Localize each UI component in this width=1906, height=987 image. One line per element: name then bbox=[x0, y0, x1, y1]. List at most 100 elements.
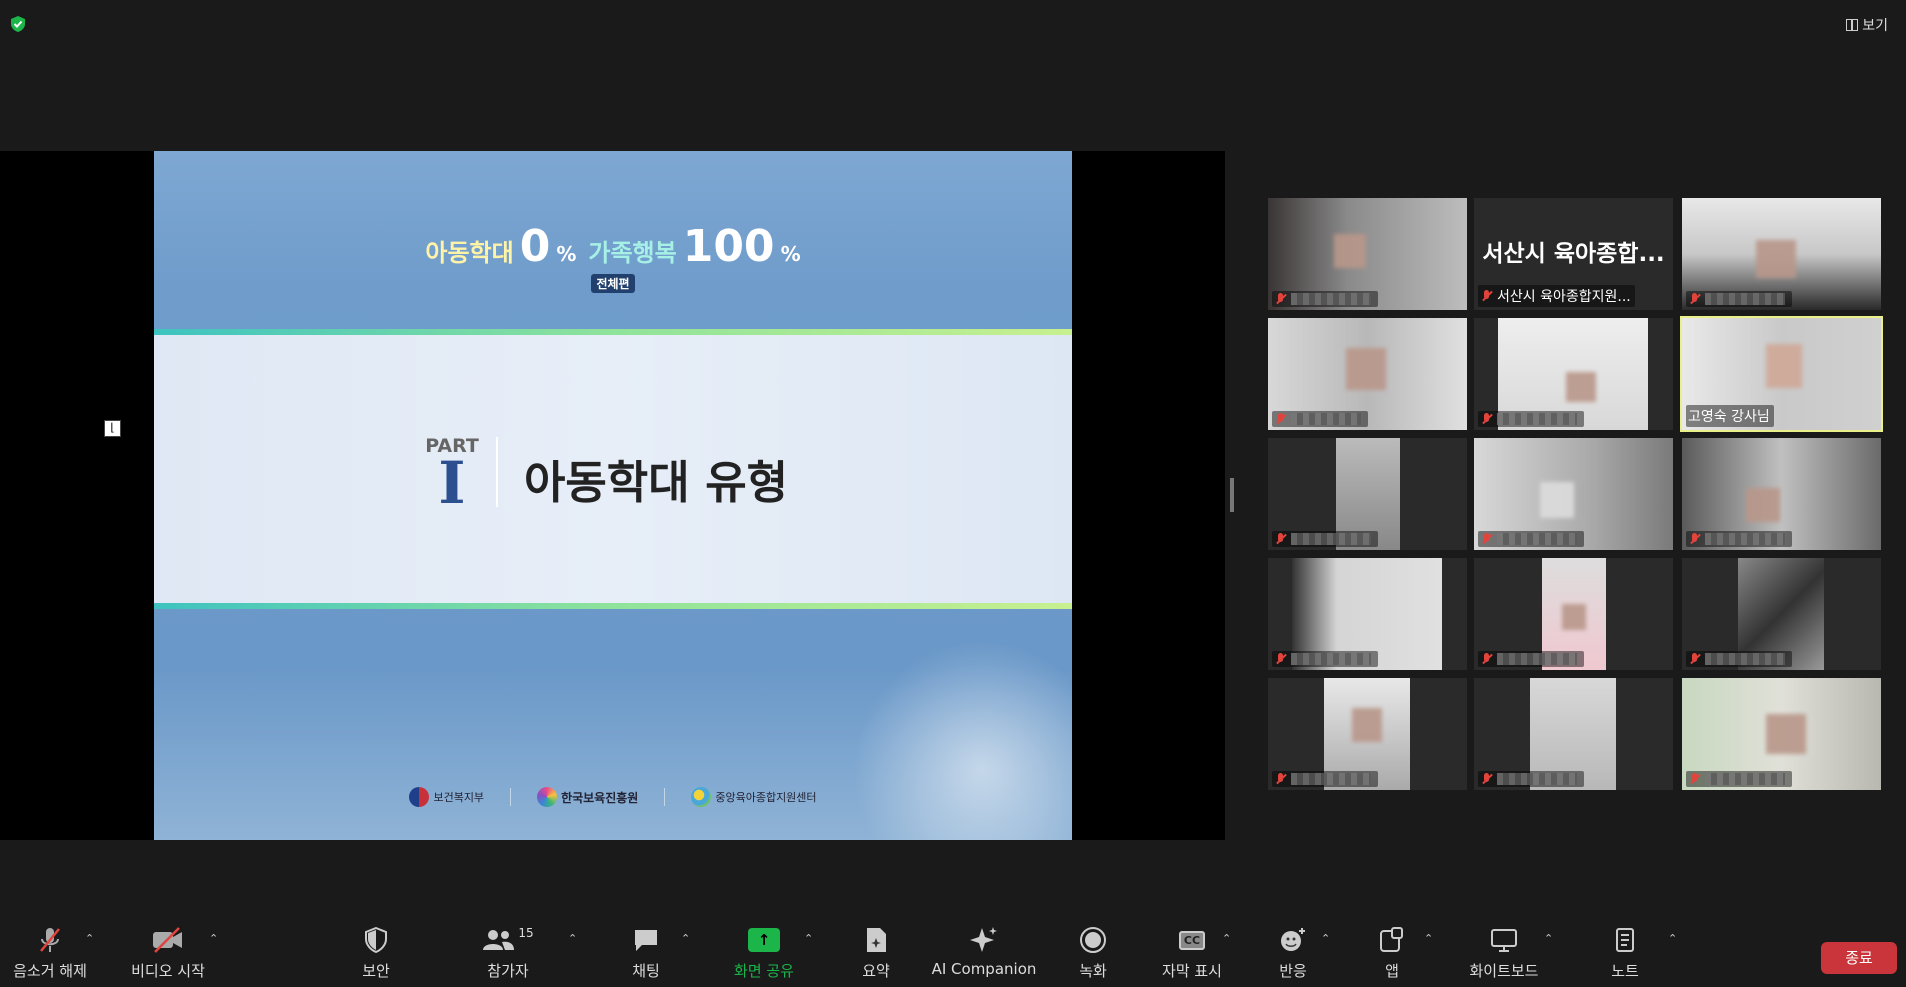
participant-tile[interactable] bbox=[1268, 438, 1467, 550]
reactions-options-caret-icon[interactable]: ⌃ bbox=[1321, 933, 1331, 944]
slogan-percent-2: % bbox=[780, 242, 801, 266]
participant-name-tag bbox=[1686, 531, 1792, 547]
unmute-button[interactable]: 음소거 해제 bbox=[8, 920, 92, 981]
share-screen-button[interactable]: ↑ 화면 공유 bbox=[726, 920, 802, 981]
participant-tile[interactable] bbox=[1474, 678, 1673, 790]
pixelated-name bbox=[1497, 773, 1577, 785]
muted-mic-icon bbox=[1480, 532, 1494, 546]
view-button[interactable]: 보기 bbox=[1842, 14, 1892, 36]
summary-button[interactable]: 요약 bbox=[852, 920, 900, 981]
muted-mic-icon bbox=[1688, 292, 1702, 306]
slide-title: 아동학대 유형 bbox=[524, 456, 789, 509]
ai-sparkle-icon bbox=[970, 927, 997, 952]
participant-tile[interactable] bbox=[1268, 678, 1467, 790]
captions-button[interactable]: CC 자막 표시 bbox=[1156, 920, 1228, 981]
slogan-child-abuse: 아동학대 bbox=[425, 239, 514, 267]
muted-mic-icon bbox=[1274, 412, 1288, 426]
chat-bubble-icon bbox=[635, 930, 657, 951]
participant-tile[interactable] bbox=[1682, 438, 1881, 550]
summary-doc-icon bbox=[867, 928, 886, 952]
record-label: 녹화 bbox=[1079, 962, 1107, 980]
speaker-face bbox=[1766, 344, 1802, 388]
participant-tile[interactable]: 서산시 육아종합... 서산시 육아종합지원... bbox=[1474, 198, 1673, 310]
participant-name-tag bbox=[1272, 411, 1368, 427]
audio-options-caret-icon[interactable]: ⌃ bbox=[85, 933, 95, 944]
reaction-emoji-icon bbox=[1281, 928, 1305, 951]
mohw-emblem-icon bbox=[409, 787, 430, 807]
part-number: I bbox=[438, 449, 466, 517]
participant-tile[interactable] bbox=[1474, 318, 1673, 430]
captions-options-caret-icon[interactable]: ⌃ bbox=[1222, 933, 1232, 944]
apps-button[interactable]: 앱 bbox=[1370, 920, 1414, 981]
logo-separator bbox=[664, 788, 666, 806]
participant-name-tag bbox=[1478, 651, 1584, 667]
whiteboard-button[interactable]: 화이트보드 bbox=[1462, 920, 1546, 981]
pixelated-name bbox=[1291, 653, 1371, 665]
participant-name-tag bbox=[1686, 771, 1792, 787]
security-shield-icon[interactable] bbox=[9, 15, 27, 33]
chat-button[interactable]: 채팅 bbox=[622, 920, 670, 981]
participant-name-tag bbox=[1478, 531, 1584, 547]
chat-label: 채팅 bbox=[632, 962, 660, 980]
pixelated-name bbox=[1705, 773, 1785, 785]
captions-label: 자막 표시 bbox=[1162, 962, 1222, 980]
notes-button[interactable]: 노트 bbox=[1602, 920, 1648, 981]
blurred-face bbox=[1352, 708, 1382, 742]
pixelated-name bbox=[1291, 413, 1361, 425]
logo-separator bbox=[510, 788, 512, 806]
chat-options-caret-icon[interactable]: ⌃ bbox=[681, 933, 691, 944]
video-options-caret-icon[interactable]: ⌃ bbox=[209, 933, 219, 944]
participants-options-caret-icon[interactable]: ⌃ bbox=[568, 933, 578, 944]
reactions-button[interactable]: 반응 bbox=[1270, 920, 1316, 981]
whiteboard-options-caret-icon[interactable]: ⌃ bbox=[1544, 933, 1554, 944]
security-button[interactable]: 보안 bbox=[350, 920, 402, 981]
muted-mic-icon bbox=[1480, 772, 1494, 786]
participant-tile[interactable] bbox=[1474, 438, 1673, 550]
blurred-face bbox=[1562, 604, 1586, 630]
apps-options-caret-icon[interactable]: ⌃ bbox=[1424, 933, 1434, 944]
participant-tile-active-speaker[interactable]: 고영숙 강사님 bbox=[1680, 316, 1883, 432]
slide-header: 아동학대 0 % 가족행복 100 % 전체편 bbox=[154, 221, 1072, 293]
start-video-label: 비디오 시작 bbox=[131, 962, 205, 980]
notes-options-caret-icon[interactable]: ⌃ bbox=[1668, 933, 1678, 944]
participant-name-tag: 서산시 육아종합지원... bbox=[1478, 285, 1635, 307]
participant-tile[interactable] bbox=[1682, 678, 1881, 790]
title-divider bbox=[496, 437, 498, 507]
participant-name-tag bbox=[1272, 651, 1378, 667]
notes-icon bbox=[1616, 928, 1634, 952]
pixelated-name bbox=[1291, 533, 1371, 545]
remote-control-icon[interactable]: ⌊ bbox=[104, 420, 121, 437]
participant-name-tag bbox=[1478, 411, 1584, 427]
participant-name-tag bbox=[1478, 771, 1584, 787]
participant-tile[interactable] bbox=[1268, 558, 1467, 670]
apps-icon bbox=[1380, 927, 1403, 952]
participant-name-tag bbox=[1272, 771, 1378, 787]
ai-companion-button[interactable]: AI Companion bbox=[930, 920, 1038, 978]
slide-title-band: PART I 아동학대 유형 bbox=[154, 329, 1072, 609]
participant-tile[interactable] bbox=[1682, 198, 1881, 310]
blurred-face bbox=[1346, 348, 1386, 390]
start-video-button[interactable]: 비디오 시작 bbox=[124, 920, 212, 981]
participant-name-tag bbox=[1272, 531, 1378, 547]
record-button[interactable]: 녹화 bbox=[1070, 920, 1116, 981]
participant-tile[interactable] bbox=[1474, 558, 1673, 670]
slide-slogan: 아동학대 0 % 가족행복 100 % bbox=[425, 221, 800, 272]
participant-tile[interactable] bbox=[1682, 558, 1881, 670]
participant-tile[interactable] bbox=[1268, 318, 1467, 430]
video-off-icon bbox=[153, 927, 182, 953]
logo-kcpi: 한국보육진흥원 bbox=[537, 787, 638, 807]
pixelated-name bbox=[1291, 773, 1371, 785]
slogan-zero: 0 bbox=[519, 221, 551, 272]
panel-resize-handle[interactable] bbox=[1230, 478, 1234, 512]
participants-button[interactable]: 15 참가자 bbox=[478, 920, 538, 981]
pixelated-name bbox=[1705, 533, 1785, 545]
logo-kcpi-text: 한국보육진흥원 bbox=[561, 790, 639, 805]
participant-name-tag bbox=[1272, 291, 1378, 307]
meeting-toolbar: 음소거 해제 ⌃ 비디오 시작 ⌃ 보안 15 참가자 ⌃ 채팅 ⌃ ↑ 화면 … bbox=[0, 920, 1906, 987]
end-meeting-button[interactable]: 종료 bbox=[1821, 942, 1897, 974]
share-options-caret-icon[interactable]: ⌃ bbox=[804, 933, 814, 944]
participant-tile[interactable] bbox=[1268, 198, 1467, 310]
slide-badge: 전체편 bbox=[591, 274, 635, 293]
top-bar: 보기 bbox=[0, 0, 1906, 50]
captions-cc-icon: CC bbox=[1178, 930, 1206, 950]
